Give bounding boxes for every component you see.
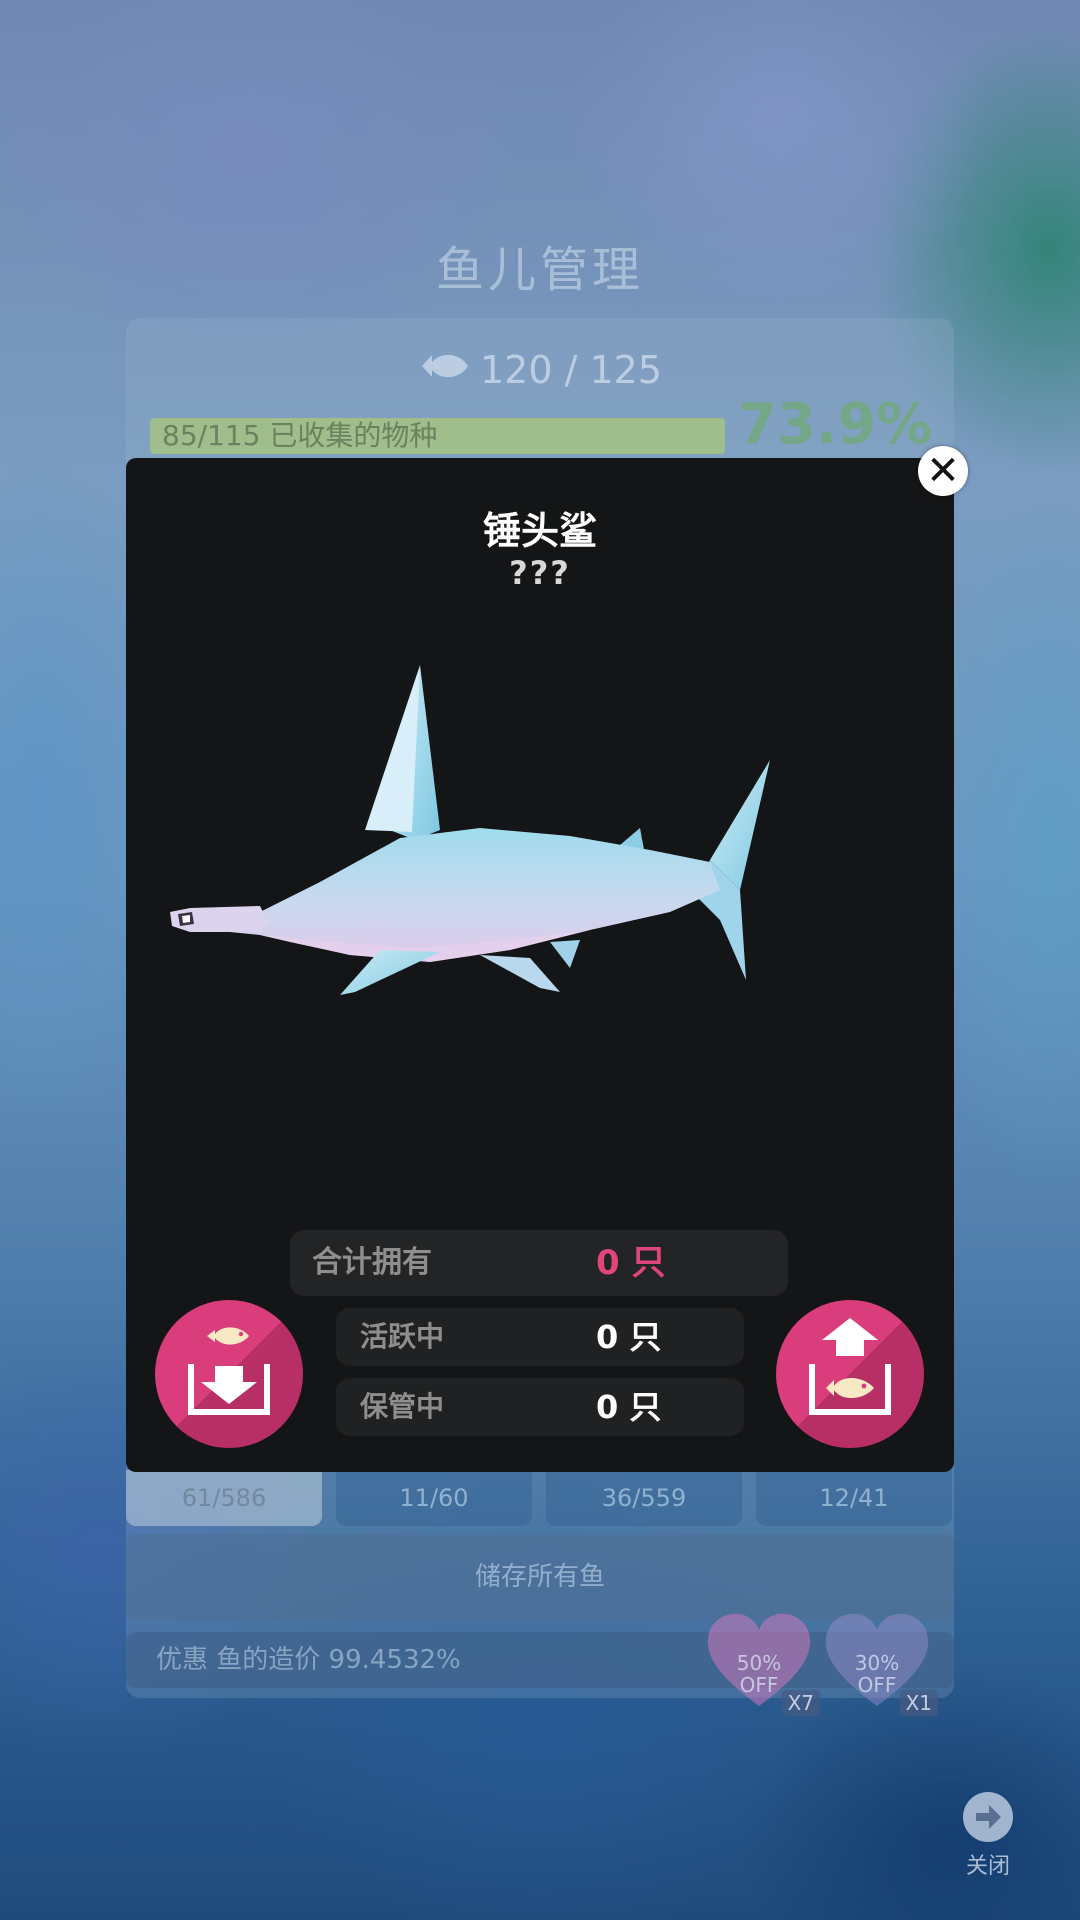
hammerhead-shark-model — [170, 665, 770, 995]
tab-3[interactable]: 36/559 — [546, 1470, 742, 1526]
fish-count-value: 120 / 125 — [479, 348, 663, 392]
total-owned-value: 0 只 — [596, 1243, 666, 1283]
fish-subtitle: ??? — [509, 554, 571, 592]
total-owned-row: 合计拥有 0 只 — [290, 1230, 788, 1296]
active-value: 0 只 — [596, 1318, 662, 1356]
arrow-right-icon — [963, 1792, 1013, 1842]
close-nav-button[interactable]: 关闭 — [958, 1792, 1018, 1880]
fish-icon — [421, 354, 468, 378]
active-row: 活跃中 0 只 — [336, 1308, 744, 1366]
fish-name: 锤头鲨 — [482, 509, 597, 553]
page-title: 鱼儿管理 — [435, 242, 644, 298]
fish-count: 120 / 125 — [0, 348, 1080, 392]
coupon-30-off[interactable]: 30% OFF X1 — [822, 1610, 938, 1716]
store-fish-button[interactable] — [155, 1300, 303, 1448]
stored-row: 保管中 0 只 — [336, 1378, 744, 1436]
modal-close-button[interactable]: ✕ — [918, 446, 968, 496]
stored-value: 0 只 — [596, 1388, 662, 1426]
fish-into-box-icon — [188, 1327, 270, 1415]
category-tabs: 61/586 11/60 36/559 12/41 — [126, 1470, 954, 1526]
coupon-50-off[interactable]: 50% OFF X7 — [704, 1610, 820, 1716]
collection-percent: 73.9% — [738, 392, 933, 457]
coupon-multiplier: X1 — [899, 1690, 938, 1716]
tab-1[interactable]: 61/586 — [126, 1470, 322, 1526]
store-all-button[interactable]: 储存所有鱼 — [126, 1534, 954, 1620]
close-nav-label: 关闭 — [965, 1854, 1010, 1879]
tab-2[interactable]: 11/60 — [336, 1470, 532, 1526]
total-owned-label: 合计拥有 — [312, 1245, 432, 1280]
coupon-multiplier: X7 — [781, 1690, 820, 1716]
tab-4[interactable]: 12/41 — [756, 1470, 952, 1526]
active-label: 活跃中 — [360, 1320, 445, 1353]
release-fish-button[interactable] — [776, 1300, 924, 1448]
collection-progress-label: 85/115 已收集的物种 — [162, 419, 438, 452]
stored-label: 保管中 — [360, 1390, 445, 1423]
fish-out-of-box-icon — [809, 1318, 891, 1415]
